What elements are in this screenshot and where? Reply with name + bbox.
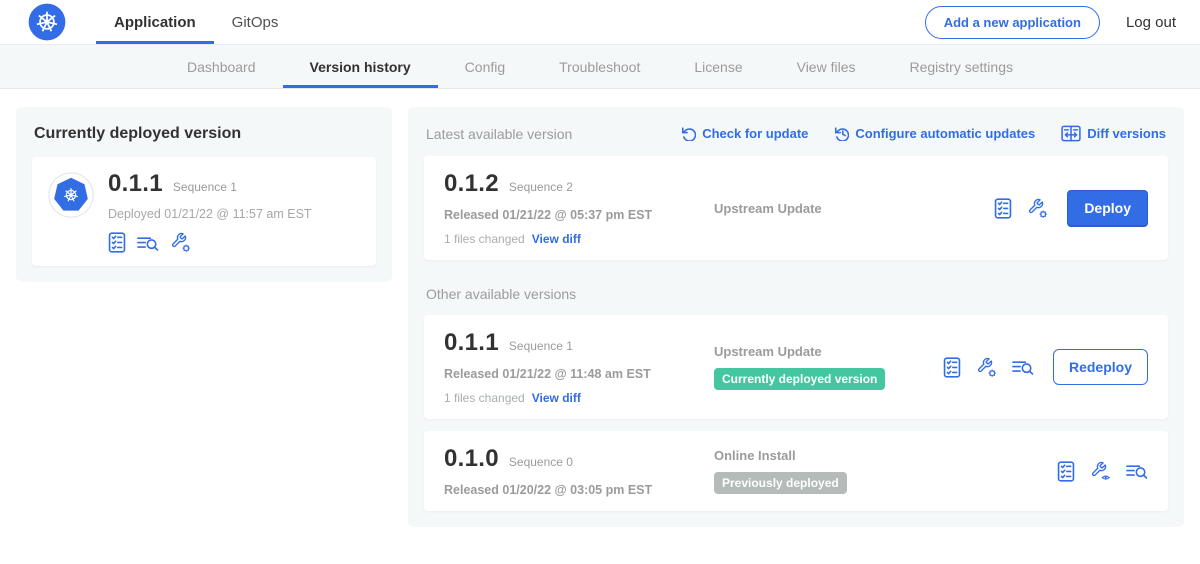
- preflight-checklist-icon[interactable]: [108, 232, 126, 253]
- sequence-label: Sequence 0: [509, 455, 573, 469]
- previously-deployed-badge: Previously deployed: [714, 472, 847, 494]
- preflight-checklist-icon[interactable]: [943, 357, 961, 378]
- version-actions: Check for update Configure automatic upd…: [681, 125, 1166, 142]
- preflight-checklist-icon[interactable]: [994, 198, 1012, 219]
- diff-icon: [1061, 125, 1081, 142]
- version-row-0-1-2: 0.1.2 Sequence 2 Released 01/21/22 @ 05:…: [424, 156, 1168, 260]
- check-for-update-link[interactable]: Check for update: [681, 126, 808, 141]
- app-kubernetes-logo-icon: [48, 172, 94, 218]
- version-history-panel: Latest available version Check for updat…: [408, 107, 1184, 527]
- deploy-logs-search-icon[interactable]: [137, 234, 159, 252]
- diff-versions-link[interactable]: Diff versions: [1061, 125, 1166, 142]
- version-source: Upstream Update Currently deployed versi…: [696, 344, 943, 390]
- main-content: Currently deployed version 0.1.1 Sequenc…: [0, 89, 1200, 527]
- deployed-panel-title: Currently deployed version: [34, 125, 374, 143]
- version-info: 0.1.2 Sequence 2 Released 01/21/22 @ 05:…: [444, 170, 696, 246]
- files-changed-label: 1 files changed: [444, 391, 525, 405]
- view-diff-link[interactable]: View diff: [532, 391, 581, 405]
- refresh-icon: [681, 126, 696, 141]
- redeploy-button[interactable]: Redeploy: [1053, 349, 1148, 385]
- source-label: Online Install: [714, 448, 1057, 463]
- released-timestamp: Released 01/21/22 @ 05:37 pm EST: [444, 208, 696, 222]
- version-actions-right: Redeploy: [943, 349, 1148, 385]
- files-changed-label: 1 files changed: [444, 232, 525, 246]
- released-timestamp: Released 01/21/22 @ 11:48 am EST: [444, 367, 696, 381]
- currently-deployed-panel: Currently deployed version 0.1.1 Sequenc…: [16, 107, 392, 282]
- diff-versions-label: Diff versions: [1087, 127, 1166, 140]
- latest-available-title: Latest available version: [426, 126, 572, 142]
- version-info: 0.1.1 Sequence 1 Released 01/21/22 @ 11:…: [444, 329, 696, 405]
- version-info: 0.1.0 Sequence 0 Released 01/20/22 @ 03:…: [444, 445, 696, 497]
- sequence-label: Sequence 2: [509, 180, 573, 194]
- latest-version-header: Latest available version Check for updat…: [426, 125, 1166, 142]
- configure-updates-label: Configure automatic updates: [855, 127, 1035, 140]
- subnav-license[interactable]: License: [667, 45, 769, 88]
- deployed-version-number: 0.1.1: [108, 170, 163, 198]
- deploy-logs-search-icon[interactable]: [1012, 358, 1034, 376]
- app-tabs: Application GitOps: [96, 0, 296, 44]
- subnav-view-files[interactable]: View files: [770, 45, 883, 88]
- wrench-view-config-icon[interactable]: [1090, 461, 1111, 482]
- deployed-version-card: 0.1.1 Sequence 1 Deployed 01/21/22 @ 11:…: [32, 157, 376, 266]
- deploy-button[interactable]: Deploy: [1067, 190, 1148, 227]
- deployed-version-info: 0.1.1 Sequence 1 Deployed 01/21/22 @ 11:…: [108, 170, 312, 253]
- version-actions-right: [1057, 461, 1148, 482]
- version-row-0-1-0: 0.1.0 Sequence 0 Released 01/20/22 @ 03:…: [424, 431, 1168, 511]
- wrench-gear-config-icon[interactable]: [170, 232, 191, 253]
- top-bar: Application GitOps Add a new application…: [0, 0, 1200, 45]
- tab-gitops[interactable]: GitOps: [214, 0, 297, 44]
- version-source: Upstream Update: [696, 201, 994, 216]
- version-source: Online Install Previously deployed: [696, 448, 1057, 494]
- version-number: 0.1.2: [444, 170, 499, 198]
- subnav-dashboard[interactable]: Dashboard: [160, 45, 283, 88]
- preflight-checklist-icon[interactable]: [1057, 461, 1075, 482]
- version-row-0-1-1: 0.1.1 Sequence 1 Released 01/21/22 @ 11:…: [424, 315, 1168, 419]
- view-diff-link[interactable]: View diff: [532, 232, 581, 246]
- other-versions-title: Other available versions: [426, 286, 1166, 302]
- currently-deployed-badge: Currently deployed version: [714, 368, 885, 390]
- subnav-registry-settings[interactable]: Registry settings: [883, 45, 1040, 88]
- wrench-gear-config-icon[interactable]: [1027, 198, 1048, 219]
- kubernetes-logo-icon: [28, 3, 66, 41]
- deployed-sequence-label: Sequence 1: [173, 180, 237, 194]
- tab-application[interactable]: Application: [96, 0, 214, 44]
- subnav-troubleshoot[interactable]: Troubleshoot: [532, 45, 667, 88]
- schedule-update-icon: [834, 126, 849, 141]
- source-label: Upstream Update: [714, 344, 943, 359]
- deploy-logs-search-icon[interactable]: [1126, 462, 1148, 480]
- source-label: Upstream Update: [714, 201, 994, 216]
- released-timestamp: Released 01/20/22 @ 03:05 pm EST: [444, 483, 696, 497]
- version-actions-right: Deploy: [994, 190, 1148, 227]
- sequence-label: Sequence 1: [509, 339, 573, 353]
- version-number: 0.1.0: [444, 445, 499, 473]
- logout-button[interactable]: Log out: [1126, 14, 1176, 31]
- configure-automatic-updates-link[interactable]: Configure automatic updates: [834, 126, 1035, 141]
- version-number: 0.1.1: [444, 329, 499, 357]
- add-application-button[interactable]: Add a new application: [925, 6, 1100, 39]
- wrench-gear-config-icon[interactable]: [976, 357, 997, 378]
- app-subnav: Dashboard Version history Config Trouble…: [0, 45, 1200, 89]
- check-for-update-label: Check for update: [702, 127, 808, 140]
- subnav-config[interactable]: Config: [438, 45, 532, 88]
- subnav-version-history[interactable]: Version history: [283, 45, 438, 88]
- deployed-timestamp: Deployed 01/21/22 @ 11:57 am EST: [108, 207, 312, 221]
